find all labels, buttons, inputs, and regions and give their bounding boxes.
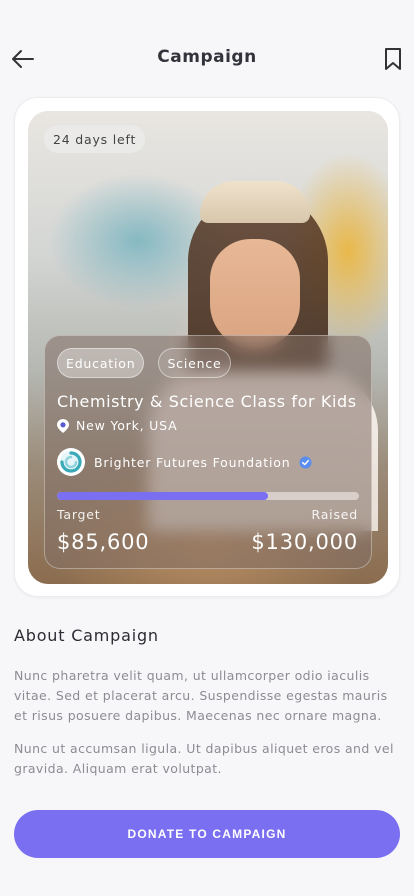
organization-name: Brighter Futures Foundation — [94, 454, 291, 470]
about-paragraph: Nunc pharetra velit quam, ut ullamcorper… — [14, 668, 388, 723]
campaign-title: Chemistry & Science Class for Kids — [57, 392, 357, 411]
campaign-card[interactable]: 24 days left Education Science Chemistry… — [14, 97, 400, 597]
campaign-location: New York, USA — [57, 418, 177, 433]
raised-label: Raised — [311, 507, 358, 522]
target-label: Target — [57, 507, 101, 522]
tag-education[interactable]: Education — [57, 348, 145, 378]
organization-logo — [57, 448, 85, 476]
photo-headband-shape — [200, 181, 310, 223]
about-paragraph: Nunc ut accumsan ligula. Ut dapibus aliq… — [14, 741, 394, 776]
raised-value: $130,000 — [251, 530, 358, 554]
bookmark-button[interactable] — [382, 46, 404, 72]
location-pin-icon — [57, 418, 69, 433]
funding-progress-bar — [57, 492, 359, 500]
tag-list: Education Science — [57, 348, 231, 378]
verified-badge-icon — [299, 455, 312, 469]
organization-logo-icon — [60, 451, 82, 473]
donate-button[interactable]: DONATE TO CAMPAIGN — [14, 810, 400, 858]
days-left-badge: 24 days left — [44, 125, 146, 153]
organization[interactable]: Brighter Futures Foundation — [57, 448, 312, 476]
page-title: Campaign — [157, 47, 257, 67]
about-title: About Campaign — [14, 626, 159, 645]
target-value: $85,600 — [57, 530, 150, 554]
photo-face-shape — [210, 239, 300, 349]
bookmark-icon — [385, 48, 401, 70]
campaign-photo: 24 days left Education Science Chemistry… — [28, 111, 388, 584]
tag-science[interactable]: Science — [158, 348, 231, 378]
funding-progress-fill — [57, 492, 269, 500]
location-text: New York, USA — [76, 418, 178, 433]
campaign-info-panel: Education Science Chemistry & Science Cl… — [44, 335, 372, 569]
